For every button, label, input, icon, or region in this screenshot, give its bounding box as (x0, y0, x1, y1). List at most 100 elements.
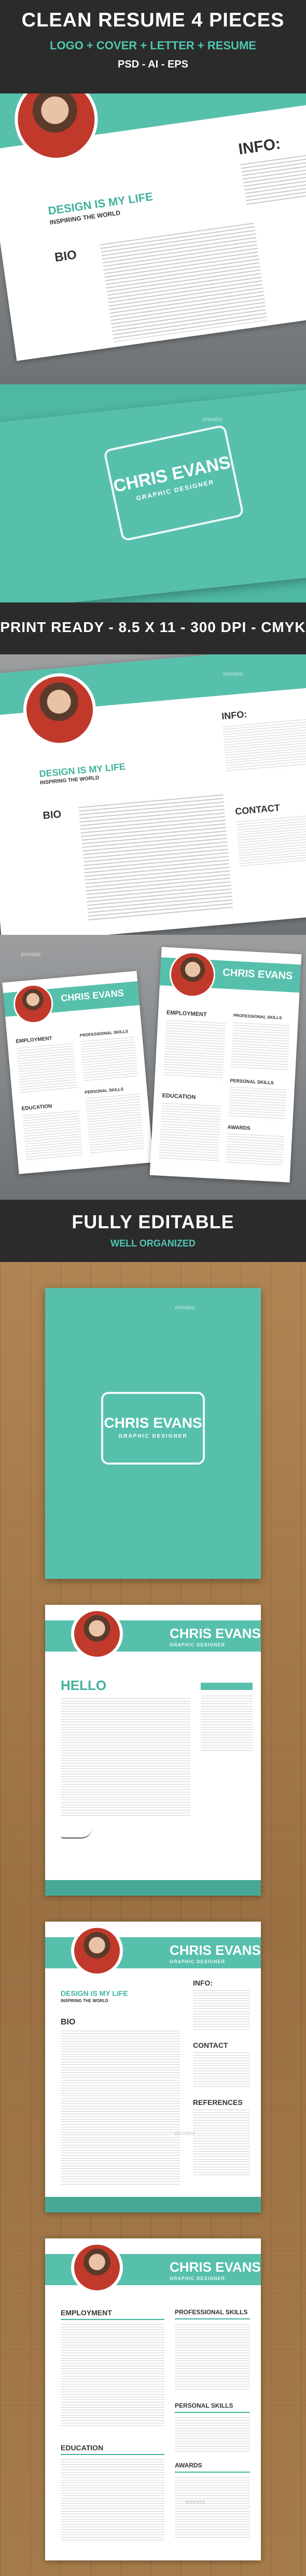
education-lines (61, 2459, 164, 2542)
photo-resume-closeup: DESIGN IS MY LIFE INSPIRING THE WORLD BI… (0, 93, 306, 384)
education-lines (22, 1110, 84, 1162)
signature (61, 1828, 92, 1839)
watermark: envato (218, 156, 238, 163)
formats-label: PSD - AI - EPS (118, 59, 188, 70)
employment-heading: EMPLOYMENT (15, 1036, 53, 1045)
employment-heading: EMPLOYMENT (61, 2309, 112, 2317)
logo-badge: CHRIS EVANS GRAPHIC DESIGNER (101, 1392, 205, 1465)
references-heading: REFERENCES (193, 2098, 243, 2107)
name: CHRIS EVANS (170, 1626, 261, 1641)
resume-left: CHRIS EVANS EMPLOYMENT EDUCATION PROFESS… (2, 971, 154, 1174)
employment-lines (61, 2324, 164, 2428)
logo-name: CHRIS EVANS (104, 1415, 202, 1431)
watermark: envato (202, 415, 222, 423)
bio-heading: BIO (42, 808, 62, 822)
role: GRAPHIC DESIGNER (170, 1959, 226, 1964)
education-heading: EDUCATION (162, 1092, 196, 1101)
awards-rule (175, 2472, 250, 2473)
side-lines (201, 1696, 253, 1753)
photo-resume-detail: DESIGN IS MY LIFE INSPIRING THE WORLD BI… (0, 654, 306, 935)
personal-skills-heading: PERSONAL SKILLS (230, 1078, 274, 1085)
avatar (71, 1608, 123, 1660)
education-heading: EDUCATION (21, 1103, 52, 1112)
employment-heading: EMPLOYMENT (166, 1009, 207, 1018)
tagline-sub: INSPIRING THE WORLD (61, 1998, 108, 2003)
resume-sheet: DESIGN IS MY LIFE INSPIRING THE WORLD BI… (0, 93, 306, 361)
print-bar: PRINT READY - 8.5 X 11 - 300 DPI - CMYK (0, 602, 306, 654)
contact-heading: CONTACT (234, 802, 281, 817)
editable-subtitle: WELL ORGANIZED (110, 1238, 196, 1249)
personal-skills-heading: PERSONAL SKILLS (85, 1086, 124, 1095)
skills-rule (175, 2318, 250, 2319)
education-heading: EDUCATION (61, 2444, 104, 2452)
editable-title: FULLY EDITABLE (72, 1211, 234, 1232)
bio-lines (61, 2031, 180, 2186)
bio-text-lines (100, 222, 268, 342)
main-title: CLEAN RESUME 4 PIECES (21, 9, 285, 31)
professional-skills-heading: PROFESSIONAL SKILLS (175, 2309, 248, 2316)
employment-rule (61, 2319, 164, 2320)
tagline: DESIGN IS MY LIFE (61, 1989, 128, 1997)
contact-heading: CONTACT (193, 2041, 228, 2049)
letter-body-lines (61, 1698, 190, 1818)
references-lines (193, 2110, 250, 2177)
watermark: envato (175, 1304, 195, 1311)
professional-skills-heading: PROFESSIONAL SKILLS (233, 1013, 282, 1021)
product-preview: CLEAN RESUME 4 PIECES LOGO + COVER + LET… (0, 0, 306, 2576)
photo-two-resumes: CHRIS EVANS EMPLOYMENT EDUCATION PROFESS… (0, 935, 306, 1200)
info-lines (240, 152, 306, 206)
professional-skills-heading: PROFESSIONAL SKILLS (79, 1029, 129, 1038)
awards-heading: AWARDS (227, 1124, 251, 1132)
skills-lines (230, 1022, 290, 1072)
letter-page: CHRIS EVANS GRAPHIC DESIGNER HELLO (45, 1605, 261, 1896)
personal-skills-heading: PERSONAL SKILLS (175, 2402, 233, 2409)
employment-lines (163, 1019, 226, 1080)
avatar (9, 93, 103, 167)
avatar (71, 2242, 123, 2293)
main-subtitle: LOGO + COVER + LETTER + RESUME (50, 39, 256, 52)
side-band (201, 1683, 253, 1690)
employment-lines (16, 1043, 77, 1095)
education-rule (61, 2454, 164, 2455)
skills-lines (80, 1037, 138, 1083)
watermark: envato (185, 2498, 205, 2505)
role: GRAPHIC DESIGNER (170, 1642, 226, 1647)
personal-lines (85, 1093, 145, 1156)
personal-lines (228, 1086, 287, 1121)
awards-lines (225, 1133, 284, 1168)
bio-heading: BIO (53, 248, 78, 265)
awards-lines (175, 2477, 250, 2540)
editable-bar: FULLY EDITABLE WELL ORGANIZED (0, 1200, 306, 1262)
resume-page-two: CHRIS EVANS GRAPHIC DESIGNER EMPLOYMENT … (45, 2238, 261, 2560)
photo-cover-logo: CHRIS EVANS GRAPHIC DESIGNER envato (0, 384, 306, 602)
resume-right: CHRIS EVANS EMPLOYMENT EDUCATION PROFESS… (149, 947, 302, 1183)
top-header: CLEAN RESUME 4 PIECES LOGO + COVER + LET… (0, 0, 306, 93)
watermark: envato (223, 670, 243, 677)
info-heading: INFO: (221, 708, 247, 722)
info-lines (193, 1990, 250, 2032)
avatar (71, 1925, 123, 1977)
greeting: HELLO (61, 1678, 107, 1693)
contact-lines (193, 2052, 250, 2089)
name: CHRIS EVANS (170, 2259, 261, 2275)
name: CHRIS EVANS (170, 1942, 261, 1958)
resume-sheet: DESIGN IS MY LIFE INSPIRING THE WORLD BI… (0, 654, 306, 935)
info-heading: INFO: (193, 1979, 213, 1987)
cover-page: CHRIS EVANS GRAPHIC DESIGNER envato (45, 1288, 261, 1579)
bio-text-lines (78, 794, 233, 921)
awards-heading: AWARDS (175, 2462, 202, 2469)
watermark: envato (175, 2129, 195, 2137)
info-heading: INFO: (237, 135, 282, 158)
role: GRAPHIC DESIGNER (170, 2276, 226, 2281)
personal-rule (175, 2412, 250, 2413)
education-lines (159, 1103, 221, 1163)
skills-lines (175, 2324, 250, 2392)
personal-lines (175, 2418, 250, 2454)
flat-pages-showcase: CHRIS EVANS GRAPHIC DESIGNER envato CHRI… (0, 1262, 306, 2576)
logo-role: GRAPHIC DESIGNER (118, 1433, 188, 1439)
bio-heading: BIO (61, 2018, 76, 2027)
contact-lines (236, 814, 306, 869)
letter-footer (45, 1880, 261, 1896)
info-lines (222, 719, 306, 773)
watermark: envato (21, 950, 41, 958)
